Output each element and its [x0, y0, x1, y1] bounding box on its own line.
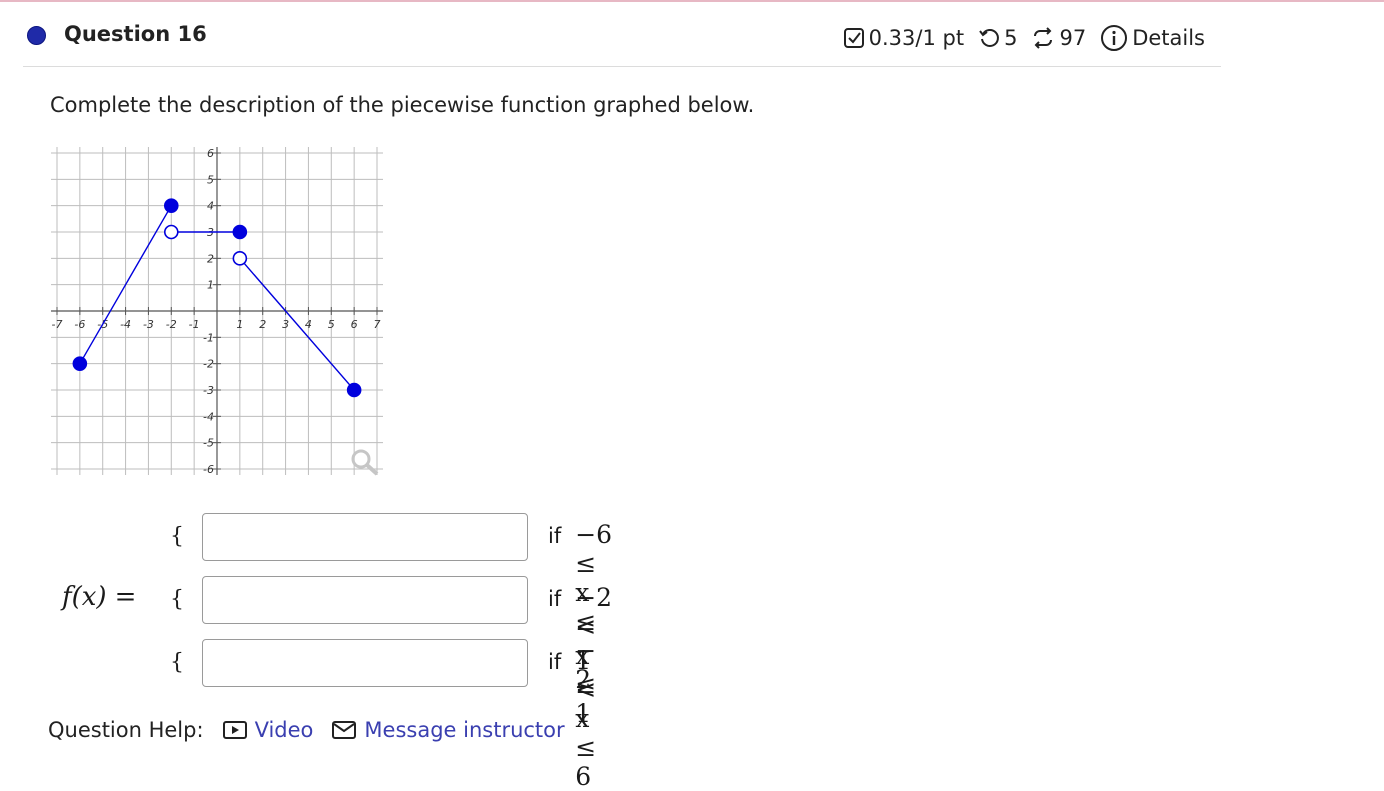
y-tick-label: -6	[203, 463, 214, 475]
x-tick-label: 2	[259, 318, 266, 331]
x-tick-label: 4	[305, 318, 312, 331]
video-link[interactable]: Video	[222, 718, 314, 742]
attempts-count: 97	[1059, 26, 1087, 50]
y-tick-label: -1	[203, 331, 214, 344]
open-point	[163, 224, 179, 240]
condition-3-math: 1 < x ≤ 6	[575, 646, 597, 791]
closed-point	[232, 224, 248, 240]
x-tick-label: 7	[374, 318, 381, 331]
magnifier-icon	[351, 449, 379, 476]
help-label: Question Help:	[48, 718, 204, 742]
info-icon	[1101, 25, 1128, 51]
answer-input-3[interactable]	[202, 639, 528, 687]
question-help: Question Help: Video Message instructor	[48, 718, 565, 742]
y-tick-label: -5	[203, 437, 214, 450]
video-icon	[222, 721, 247, 739]
video-link-label: Video	[254, 718, 314, 742]
graph-svg: -7-6-5-4-3-2-11234567654321-1-2-3-4-5-6	[51, 147, 383, 476]
graph-zoom-button[interactable]	[350, 448, 380, 480]
details-label: Details	[1132, 26, 1205, 50]
brace-1: {	[170, 524, 184, 549]
question-title: Question 16	[64, 22, 207, 46]
answer-input-2[interactable]	[202, 576, 528, 624]
y-tick-label: -3	[203, 384, 214, 397]
x-tick-label: 6	[351, 318, 358, 331]
retry-indicator: 5	[978, 26, 1017, 50]
message-link-label: Message instructor	[364, 718, 565, 742]
x-tick-label: -4	[120, 318, 131, 331]
x-tick-label: 1	[236, 318, 243, 331]
y-tick-label: 6	[207, 147, 214, 160]
repeat-icon	[1034, 27, 1053, 49]
checkbox-icon	[843, 28, 864, 48]
y-tick-label: 5	[207, 173, 214, 186]
x-tick-label: -6	[74, 318, 85, 331]
question-prompt: Complete the description of the piecewis…	[50, 93, 755, 117]
mail-icon	[332, 721, 357, 739]
y-tick-label: 2	[207, 252, 214, 265]
if-label-1: if	[548, 524, 562, 548]
y-tick-label: 4	[207, 200, 214, 213]
answer-input-1[interactable]	[202, 513, 528, 561]
score-text: 0.33/1 pt	[868, 26, 965, 50]
closed-point	[346, 382, 362, 398]
question-header: Question 16 0.33/1 pt 5 97 Details	[23, 14, 1221, 67]
brace-2: {	[170, 587, 184, 612]
x-tick-label: 5	[328, 318, 335, 331]
retry-count: 5	[1004, 26, 1018, 50]
attempts-indicator: 97	[1031, 26, 1086, 50]
function-lhs: f(x) =	[62, 582, 136, 612]
top-rule	[0, 0, 1384, 2]
question-meta: 0.33/1 pt 5 97 Details	[829, 24, 1205, 52]
equals-sign: =	[114, 582, 137, 612]
x-tick-label: 3	[282, 318, 289, 331]
if-label-3: if	[548, 650, 562, 674]
closed-point	[72, 356, 88, 371]
function-name: f(x)	[62, 582, 107, 612]
message-instructor-link[interactable]: Message instructor	[331, 718, 565, 742]
score-indicator: 0.33/1 pt	[843, 26, 964, 50]
open-point	[232, 251, 248, 266]
details-button[interactable]: Details	[1100, 24, 1205, 52]
x-tick-label: -3	[143, 318, 154, 331]
piecewise-graph: -7-6-5-4-3-2-11234567654321-1-2-3-4-5-6	[51, 147, 383, 479]
segment-3	[239, 257, 355, 391]
x-tick-label: -2	[166, 318, 177, 331]
y-tick-label: 1	[207, 279, 214, 292]
y-tick-label: -2	[203, 358, 214, 371]
brace-3: {	[170, 650, 184, 675]
x-tick-label: -1	[189, 318, 200, 331]
if-label-2: if	[548, 587, 562, 611]
closed-point	[163, 198, 179, 213]
x-tick-label: -7	[52, 318, 63, 331]
question-status-dot	[27, 26, 46, 45]
retry-icon	[979, 29, 999, 47]
y-tick-label: -4	[203, 410, 214, 423]
